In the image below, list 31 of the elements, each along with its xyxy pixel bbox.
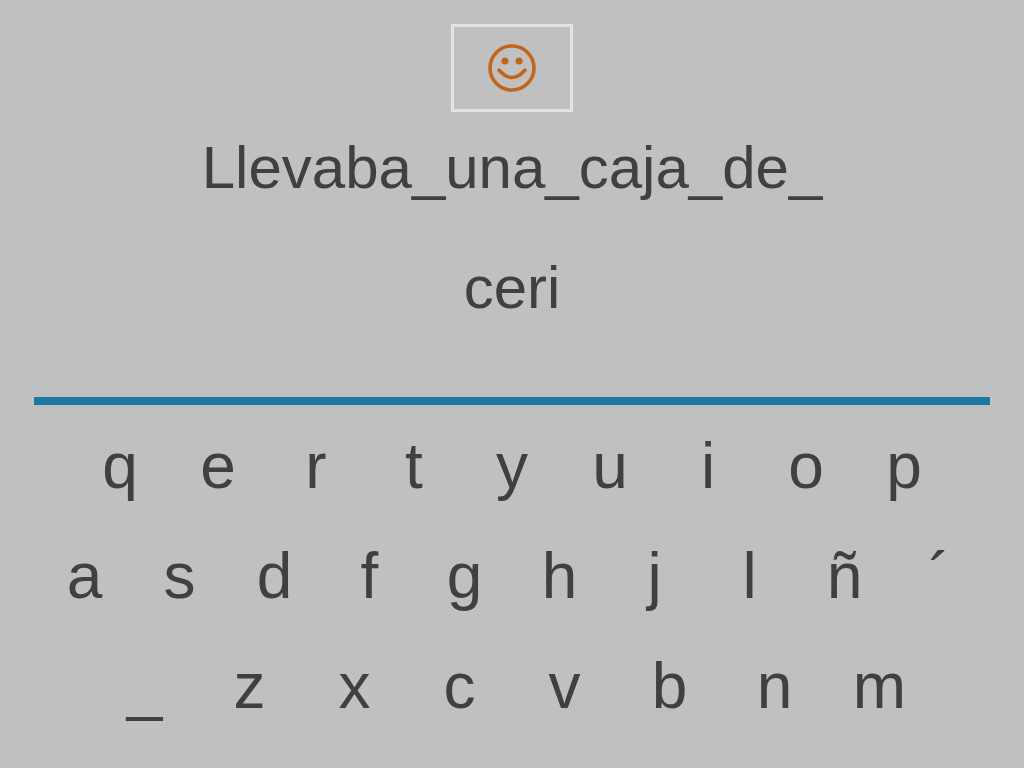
smiley-icon [487,43,537,93]
letter-key[interactable]: x [302,649,407,723]
letter-key[interactable]: m [827,649,932,723]
letter-key[interactable]: u [561,429,659,503]
letter-key[interactable]: t [365,429,463,503]
letter-key[interactable]: s [132,539,227,613]
letter-key[interactable]: i [659,429,757,503]
sentence-line: Llevaba_una_caja_de_ [201,133,823,203]
letter-key[interactable]: a [37,539,132,613]
letter-key[interactable]: d [227,539,322,613]
letter-key[interactable]: v [512,649,617,723]
letter-key[interactable]: ´ [892,539,987,613]
letter-key[interactable]: r [267,429,365,503]
letter-key[interactable]: j [607,539,702,613]
letter-key[interactable]: ñ [797,539,892,613]
letter-key[interactable]: p [855,429,953,503]
sentence-line: ceri [463,253,561,323]
letter-key[interactable]: h [512,539,607,613]
letter-key[interactable]: n [722,649,827,723]
letter-key[interactable]: y [463,429,561,503]
letter-key[interactable]: b [617,649,722,723]
prompt-box[interactable] [451,24,573,112]
letter-key[interactable]: z [197,649,302,723]
letter-key[interactable]: l [702,539,797,613]
letter-key[interactable]: c [407,649,512,723]
letter-key[interactable]: o [757,429,855,503]
letter-key[interactable]: g [417,539,512,613]
letter-key[interactable]: e [169,429,267,503]
letter-key[interactable]: f [322,539,417,613]
letter-key[interactable]: q [71,429,169,503]
letter-key[interactable]: _ [92,649,197,723]
